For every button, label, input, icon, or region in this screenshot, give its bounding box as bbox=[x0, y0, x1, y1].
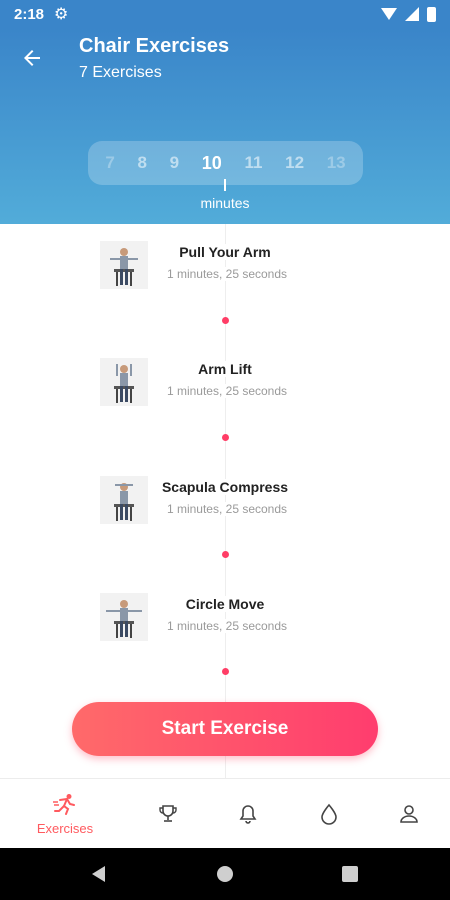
status-time: 2:18 bbox=[14, 5, 45, 23]
nav-tab-achievements[interactable] bbox=[148, 779, 188, 849]
exercise-name: Scapula Compress bbox=[160, 479, 290, 495]
nav-tab-water[interactable] bbox=[309, 779, 349, 849]
status-indicators bbox=[381, 6, 436, 22]
picker-unit-label: minutes bbox=[200, 195, 250, 211]
exercise-thumbnail bbox=[100, 241, 148, 289]
picker-option[interactable]: 9 bbox=[170, 153, 179, 173]
nav-tab-notifications[interactable] bbox=[228, 779, 268, 849]
timeline-dot bbox=[222, 317, 229, 324]
exercise-thumbnail bbox=[100, 358, 148, 406]
exercise-name: Circle Move bbox=[160, 596, 290, 612]
battery-icon bbox=[427, 6, 436, 22]
running-icon bbox=[53, 793, 75, 815]
person-icon bbox=[400, 805, 418, 823]
nav-tab-profile[interactable] bbox=[389, 779, 429, 849]
system-back-icon[interactable] bbox=[92, 866, 105, 882]
picker-indicator bbox=[224, 179, 226, 191]
page-title: Chair Exercises bbox=[79, 35, 230, 57]
page-subtitle: 7 Exercises bbox=[79, 64, 162, 81]
picker-option[interactable]: 11 bbox=[244, 153, 262, 173]
trophy-icon bbox=[159, 805, 177, 822]
picker-option[interactable]: 8 bbox=[137, 153, 146, 173]
timeline-dot bbox=[222, 434, 229, 441]
list-item[interactable]: Arm Lift 1 minutes, 25 seconds bbox=[0, 358, 450, 418]
picker-option[interactable]: 12 bbox=[285, 153, 304, 173]
picker-option[interactable]: 13 bbox=[327, 153, 346, 173]
timeline-dot bbox=[222, 668, 229, 675]
exercise-list: Pull Your Arm 1 minutes, 25 seconds Arm … bbox=[0, 224, 450, 778]
picker-option-selected[interactable]: 10 bbox=[202, 153, 222, 174]
nav-tab-exercises[interactable]: Exercises bbox=[25, 779, 105, 849]
nav-label-exercises: Exercises bbox=[36, 820, 94, 836]
water-drop-icon bbox=[321, 803, 337, 825]
list-item[interactable]: Circle Move 1 minutes, 25 seconds bbox=[0, 593, 450, 653]
list-item[interactable]: Pull Your Arm 1 minutes, 25 seconds bbox=[0, 241, 450, 301]
system-recents-icon[interactable] bbox=[342, 866, 358, 882]
header: Chair Exercises 7 Exercises 7 8 9 10 11 … bbox=[0, 28, 450, 224]
android-nav-bar bbox=[0, 848, 450, 900]
start-exercise-button[interactable]: Start Exercise bbox=[72, 702, 378, 756]
picker-option[interactable]: 7 bbox=[105, 153, 114, 173]
status-bar: 2:18 ⚙ bbox=[0, 0, 450, 28]
exercise-duration: 1 minutes, 25 seconds bbox=[160, 267, 294, 281]
system-home-icon[interactable] bbox=[217, 866, 233, 882]
exercise-thumbnail bbox=[100, 476, 148, 524]
list-item[interactable]: Scapula Compress 1 minutes, 25 seconds bbox=[0, 476, 450, 536]
back-arrow-icon[interactable] bbox=[20, 46, 44, 70]
exercise-duration: 1 minutes, 25 seconds bbox=[160, 384, 294, 398]
cell-signal-icon bbox=[405, 7, 419, 21]
exercise-thumbnail bbox=[100, 593, 148, 641]
exercise-duration: 1 minutes, 25 seconds bbox=[160, 502, 294, 516]
exercise-name: Arm Lift bbox=[160, 361, 290, 377]
timeline-dot bbox=[222, 551, 229, 558]
settings-gear-icon: ⚙ bbox=[54, 6, 69, 23]
exercise-name: Pull Your Arm bbox=[160, 244, 290, 260]
exercise-duration: 1 minutes, 25 seconds bbox=[160, 619, 294, 633]
bottom-nav: Exercises bbox=[0, 778, 450, 848]
bell-icon bbox=[239, 805, 257, 824]
wifi-icon bbox=[381, 8, 397, 20]
